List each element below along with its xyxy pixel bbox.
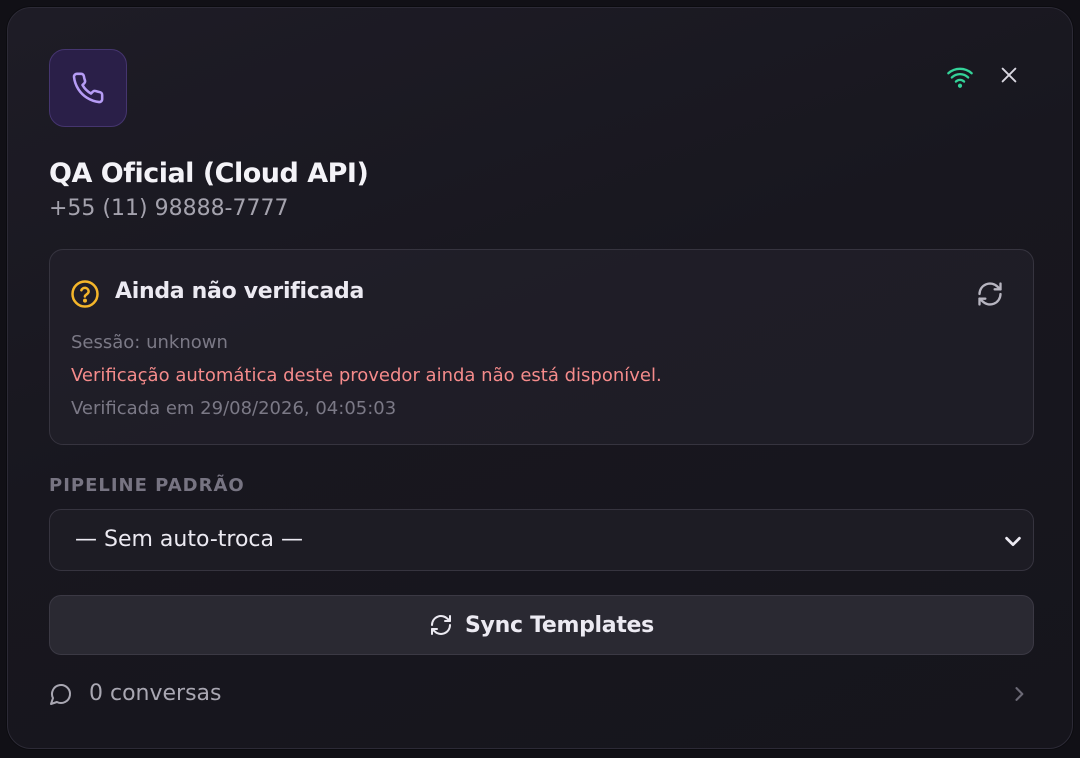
pipeline-select[interactable]: — Sem auto-troca — bbox=[49, 509, 1034, 571]
chat-bubble-icon bbox=[50, 684, 71, 705]
phone-number: +55 (11) 98888-7777 bbox=[49, 196, 289, 221]
refresh-icon bbox=[978, 282, 1002, 306]
wifi-icon bbox=[946, 63, 974, 91]
question-circle-icon bbox=[70, 279, 100, 309]
connection-card: QA Oficial (Cloud API) +55 (11) 98888-77… bbox=[7, 7, 1073, 749]
page-title: QA Oficial (Cloud API) bbox=[49, 158, 369, 189]
phone-icon bbox=[49, 49, 127, 127]
close-icon bbox=[1001, 67, 1017, 83]
chevron-right-icon bbox=[1015, 687, 1024, 701]
pipeline-label: PIPELINE PADRÃO bbox=[49, 475, 245, 496]
error-message: Verificação automática deste provedor ai… bbox=[71, 365, 662, 386]
refresh-status-button[interactable] bbox=[974, 278, 1006, 310]
refresh-icon bbox=[431, 615, 452, 635]
conversations-link[interactable]: 0 conversas bbox=[49, 676, 1034, 712]
pipeline-select-value: — Sem auto-troca — bbox=[75, 527, 303, 552]
session-info: Sessão: unknown bbox=[71, 332, 228, 353]
conversations-count: 0 conversas bbox=[89, 681, 222, 706]
chevron-down-icon bbox=[1005, 536, 1021, 547]
sync-templates-button[interactable]: Sync Templates bbox=[49, 595, 1034, 655]
sync-templates-label: Sync Templates bbox=[465, 612, 654, 638]
status-title: Ainda não verificada bbox=[115, 279, 365, 304]
verified-timestamp: Verificada em 29/08/2026, 04:05:03 bbox=[71, 398, 397, 419]
close-button[interactable] bbox=[994, 60, 1024, 90]
verification-status-panel: Ainda não verificada Sessão: unknown Ver… bbox=[49, 249, 1034, 445]
